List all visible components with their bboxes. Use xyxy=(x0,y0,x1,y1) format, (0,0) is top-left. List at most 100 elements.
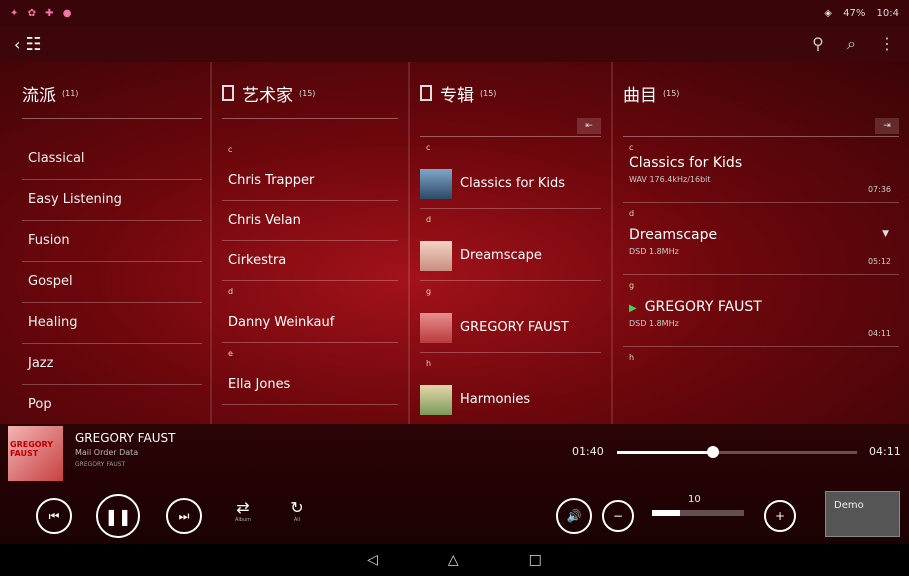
clock: 10:4 xyxy=(876,7,899,19)
section-letter: e xyxy=(228,349,233,358)
repeat-button[interactable]: ⇄ Album xyxy=(228,498,258,523)
volume-down-button[interactable]: − xyxy=(602,500,634,532)
now-playing-artist: GREGORY FAUST xyxy=(75,461,126,468)
search-icon[interactable]: ⌕ xyxy=(847,34,856,53)
genre-item[interactable]: Healing xyxy=(22,303,202,344)
repeat-icon: ⇄ xyxy=(236,498,250,517)
pause-button[interactable]: ❚❚ xyxy=(96,494,140,538)
track-format: WAV 176.4kHz/16bit xyxy=(629,175,711,184)
shuffle-button[interactable]: ↻ All xyxy=(282,498,312,523)
genre-header: 流派 (11) xyxy=(22,62,200,118)
battery-indicator: 47% xyxy=(843,7,866,19)
seek-handle[interactable] xyxy=(707,446,719,458)
status-left-icons: ✦ ✿ ✚ ● xyxy=(10,8,77,19)
genre-column: 流派 (11) Classical Easy Listening Fusion … xyxy=(0,62,212,424)
volume-value: 10 xyxy=(688,494,701,505)
sort-icon[interactable] xyxy=(222,85,234,101)
track-item-playing[interactable]: ▶ GREGORY FAUST DSD 1.8MHz 04:11 xyxy=(623,289,899,347)
track-format: DSD 1.8MHz xyxy=(629,247,679,256)
track-duration: 05:12 xyxy=(867,257,891,266)
nav-recent-icon[interactable]: □ xyxy=(529,552,542,568)
section-letter: g xyxy=(426,287,432,296)
track-item[interactable]: Dreamscape DSD 1.8MHz 05:12 ▼ xyxy=(623,217,899,275)
artist-column: 艺术家 (15) c Chris Trapper Chris Velan Cir… xyxy=(212,62,410,424)
grid-menu-icon[interactable]: ☷ xyxy=(26,34,42,55)
artist-item[interactable]: Cirkestra xyxy=(222,241,398,281)
section-letter: c xyxy=(426,143,431,152)
nav-home-icon[interactable]: △ xyxy=(448,552,459,568)
section-letter: c xyxy=(228,145,233,154)
current-time: 01:40 xyxy=(572,445,604,458)
system-nav-bar: ◁ △ □ xyxy=(0,544,909,576)
pause-icon: ❚❚ xyxy=(104,506,132,526)
track-item[interactable]: Classics for Kids WAV 176.4kHz/16bit 07:… xyxy=(623,145,899,203)
album-header: 专辑 (15) xyxy=(420,62,601,118)
minus-icon: − xyxy=(612,509,624,523)
now-playing-cover[interactable]: GREGORY FAUST xyxy=(8,426,63,481)
status-right: ◈ 47% 10:4 xyxy=(816,8,899,19)
album-column: 专辑 (15) ⇤ c Classics for Kids d Dreamsca… xyxy=(410,62,613,424)
plus-icon: + xyxy=(774,509,786,523)
track-format: DSD 1.8MHz xyxy=(629,319,679,328)
genre-count: (11) xyxy=(62,88,79,98)
genre-list: Classical Easy Listening Fusion Gospel H… xyxy=(22,139,202,424)
section-letter: h xyxy=(629,353,635,362)
next-button[interactable]: ⏭ xyxy=(166,498,202,534)
album-cover xyxy=(420,240,452,271)
artist-item[interactable]: Ella Jones xyxy=(222,365,398,405)
playing-icon: ▶ xyxy=(629,303,637,314)
album-name: Harmonies xyxy=(460,392,531,407)
track-header: 曲目 (15) xyxy=(623,62,899,118)
seek-fill xyxy=(617,451,713,454)
album-name: Dreamscape xyxy=(460,248,542,263)
album-item[interactable]: Dreamscape xyxy=(420,231,601,281)
genre-item[interactable]: Gospel xyxy=(22,262,202,303)
artist-item[interactable]: Chris Trapper xyxy=(222,161,398,201)
previous-icon: ⏮ xyxy=(48,508,60,523)
mute-button[interactable]: 🔊 xyxy=(556,498,592,534)
back-icon[interactable]: ‹ xyxy=(14,35,20,54)
album-item[interactable]: Harmonies xyxy=(420,375,601,424)
loop-icon: ↻ xyxy=(290,498,304,517)
album-name: Classics for Kids xyxy=(460,176,566,191)
genre-item[interactable]: Easy Listening xyxy=(22,180,202,221)
notification-icon: ✚ xyxy=(45,7,54,19)
app-bar: ‹ ☷ ⚲ ⌕ ⋮ xyxy=(0,26,909,62)
volume-up-button[interactable]: + xyxy=(764,500,796,532)
section-letter: d xyxy=(426,215,432,224)
next-icon: ⏭ xyxy=(178,508,190,523)
genre-item[interactable]: Jazz xyxy=(22,344,202,385)
seek-bar[interactable] xyxy=(617,446,857,458)
artist-item[interactable]: Chris Velan xyxy=(222,201,398,241)
overflow-menu-icon[interactable]: ⋮ xyxy=(879,34,895,53)
album-item[interactable]: Classics for Kids xyxy=(420,159,601,209)
repeat-label: Album xyxy=(234,517,252,523)
now-playing-album: Mail Order Data xyxy=(75,448,139,457)
wifi-icon: ◈ xyxy=(824,7,832,19)
album-tools: ⇤ xyxy=(420,118,601,136)
track-tools: ⇥ xyxy=(623,118,899,136)
divider xyxy=(22,118,202,119)
album-item[interactable]: GREGORY FAUST xyxy=(420,303,601,353)
genre-item[interactable]: Pop xyxy=(22,385,202,424)
sort-icon[interactable] xyxy=(420,85,432,101)
track-menu-icon[interactable]: ▼ xyxy=(882,229,889,239)
sort-button[interactable]: ⇥ xyxy=(875,118,899,134)
demo-button[interactable]: Demo xyxy=(825,491,900,537)
volume-fill xyxy=(652,510,680,516)
track-count: (15) xyxy=(663,88,680,98)
artist-item[interactable]: Danny Weinkauf xyxy=(222,303,398,343)
notification-icon: ✦ xyxy=(10,7,19,19)
player-bar: GREGORY FAUST GREGORY FAUST Mail Order D… xyxy=(0,424,909,544)
artist-count: (15) xyxy=(299,88,316,98)
track-duration: 07:36 xyxy=(867,185,891,194)
genre-item[interactable]: Fusion xyxy=(22,221,202,262)
nav-back-icon[interactable]: ◁ xyxy=(367,552,378,568)
genre-item[interactable]: Classical xyxy=(22,139,202,180)
album-count: (15) xyxy=(480,88,497,98)
volume-slider[interactable] xyxy=(652,510,744,516)
previous-button[interactable]: ⏮ xyxy=(36,498,72,534)
filter-icon[interactable]: ⚲ xyxy=(812,34,824,53)
sort-button[interactable]: ⇤ xyxy=(577,118,601,134)
album-cover xyxy=(420,312,452,343)
